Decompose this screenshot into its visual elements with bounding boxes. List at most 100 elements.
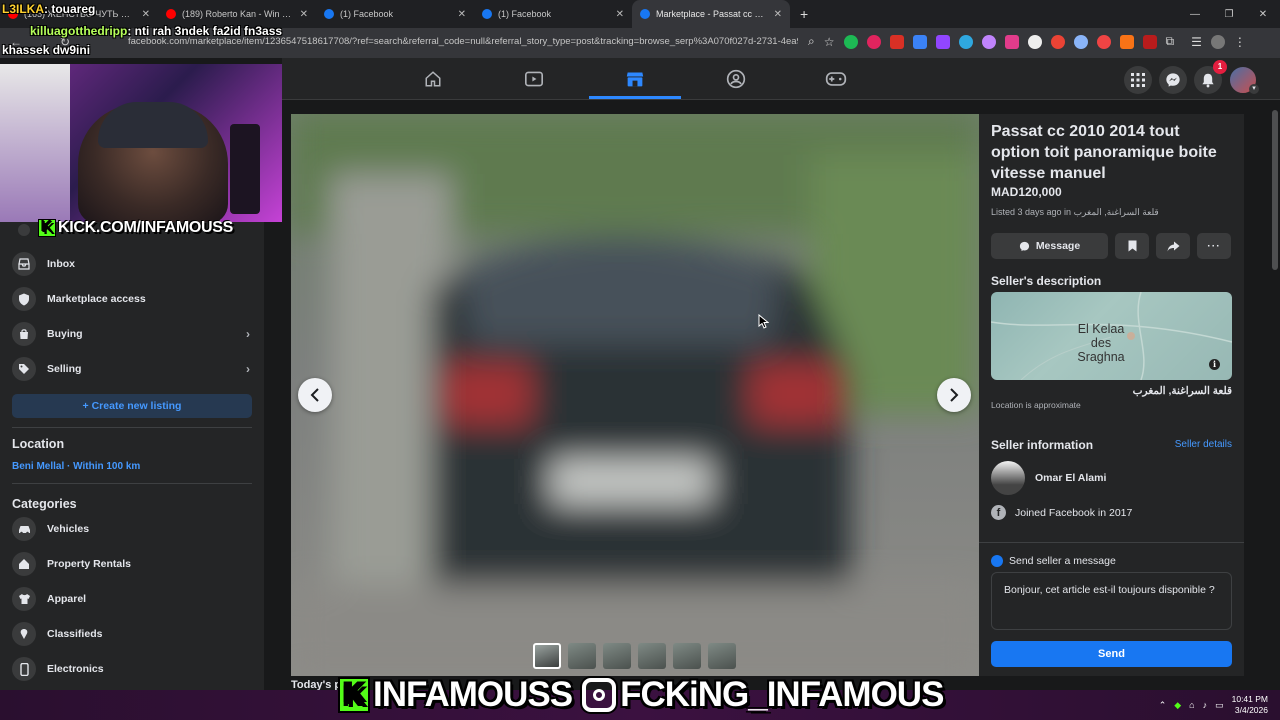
extension-icon[interactable]	[843, 34, 858, 49]
sidebar-item-marketplace-access[interactable]: Marketplace access	[12, 283, 252, 315]
share-listing-button[interactable]	[1156, 233, 1190, 259]
photo-thumbnail[interactable]	[603, 643, 631, 669]
browser-tab[interactable]: (1) Facebook ✕	[316, 0, 474, 28]
photo-thumbnail[interactable]	[568, 643, 596, 669]
kick-logo-icon: K	[338, 677, 370, 713]
menu-dots-icon[interactable]: ⋮	[1234, 35, 1246, 49]
seller-details-link[interactable]: Seller details	[1175, 439, 1232, 450]
tab-title: Marketplace - Passat cc 2010 20...	[656, 9, 768, 19]
location-map[interactable]: El Kelaa des Sraghna i	[991, 292, 1232, 380]
extension-icon[interactable]	[981, 34, 996, 49]
profile-icon[interactable]	[1210, 34, 1225, 49]
tray-chevron-icon[interactable]: ⌃	[1159, 700, 1167, 711]
photo-thumbnail[interactable]	[708, 643, 736, 669]
messenger-icon[interactable]	[1159, 66, 1187, 94]
sidebar-item-inbox[interactable]: Inbox	[12, 248, 252, 280]
next-photo-button[interactable]	[937, 378, 971, 412]
extension-icon[interactable]	[1004, 34, 1019, 49]
tag-icon	[12, 357, 36, 381]
battery-icon[interactable]: ▭	[1215, 700, 1224, 711]
system-clock[interactable]: 10:41 PM 3/4/2026	[1232, 694, 1268, 716]
gaming-icon[interactable]	[823, 66, 849, 92]
volume-icon[interactable]: ♪	[1203, 700, 1208, 710]
message-button[interactable]: Message	[991, 233, 1108, 259]
page-scrollbar[interactable]	[1270, 100, 1280, 690]
pc-case	[230, 124, 260, 214]
extension-icon[interactable]	[1096, 34, 1111, 49]
map-info-icon[interactable]: i	[1209, 359, 1220, 370]
tab-title: (1) Facebook	[498, 9, 552, 19]
sidebar-toggle-icon[interactable]: ☰	[1191, 35, 1202, 49]
category-vehicles[interactable]: Vehicles	[12, 513, 252, 545]
network-icon[interactable]: ⌂	[1189, 700, 1194, 710]
message-textarea[interactable]: Bonjour, cet article est-il toujours dis…	[991, 572, 1232, 630]
browser-tab[interactable]: Marketplace - Passat cc 2010 20... ✕	[632, 0, 790, 28]
kick-logo-icon: K	[38, 219, 56, 237]
marketplace-icon[interactable]	[622, 66, 648, 92]
marketplace-sidebar: Inbox Marketplace access Buying › Sellin…	[0, 220, 264, 690]
seller-avatar[interactable]	[991, 461, 1025, 495]
send-button[interactable]: Send	[991, 641, 1232, 667]
close-window-icon[interactable]: ✕	[1246, 9, 1280, 20]
category-classifieds[interactable]: Classifieds	[12, 618, 252, 650]
groups-icon[interactable]	[723, 66, 749, 92]
account-chevron-icon[interactable]: ▾	[1249, 84, 1259, 94]
photo-thumbnail[interactable]	[533, 643, 561, 669]
extension-icon[interactable]	[1142, 34, 1157, 49]
extension-icon[interactable]	[1050, 34, 1065, 49]
tab-favicon-icon	[324, 9, 334, 19]
restore-icon[interactable]: ❐	[1212, 9, 1246, 20]
photo-thumbnail[interactable]	[638, 643, 666, 669]
location-approximate-note: Location is approximate	[991, 400, 1081, 410]
tab-title: (1) Facebook	[340, 9, 394, 19]
extension-icon[interactable]	[1027, 34, 1042, 49]
minimize-icon[interactable]: —	[1178, 9, 1212, 20]
more-dots-icon: ···	[1207, 240, 1221, 252]
previous-photo-button[interactable]	[298, 378, 332, 412]
extension-icon[interactable]	[958, 34, 973, 49]
tab-favicon-icon	[640, 9, 650, 19]
sidebar-item-selling[interactable]: Selling ›	[12, 353, 252, 385]
home-icon[interactable]	[420, 66, 446, 92]
close-tab-icon[interactable]: ✕	[458, 9, 466, 20]
close-tab-icon[interactable]: ✕	[300, 9, 308, 20]
chat-message: khassek dw9ini	[2, 43, 91, 57]
phone-icon	[12, 657, 36, 681]
create-new-listing-button[interactable]: + Create new listing	[12, 394, 252, 418]
zoom-icon[interactable]: ⌕	[808, 34, 815, 49]
sidebar-item-buying[interactable]: Buying ›	[12, 318, 252, 350]
classifieds-icon	[12, 622, 36, 646]
category-apparel[interactable]: Apparel	[12, 583, 252, 615]
close-tab-icon[interactable]: ✕	[142, 9, 150, 20]
more-options-button[interactable]: ···	[1197, 233, 1231, 259]
categories-heading: Categories	[12, 497, 77, 511]
video-icon[interactable]	[521, 66, 547, 92]
save-listing-button[interactable]	[1115, 233, 1149, 259]
scrollbar-thumb[interactable]	[1272, 110, 1278, 270]
photo-thumbnail[interactable]	[673, 643, 701, 669]
streamer-webcam	[0, 64, 282, 222]
extension-icon[interactable]	[935, 34, 950, 49]
close-tab-icon[interactable]: ✕	[774, 9, 782, 20]
category-electronics[interactable]: Electronics	[12, 653, 252, 685]
location-filter-link[interactable]: Beni Mellal · Within 100 km	[12, 461, 140, 472]
chevron-left-icon	[310, 388, 319, 402]
seller-name[interactable]: Omar El Alami	[1035, 472, 1106, 484]
extension-icon[interactable]	[866, 34, 881, 49]
browser-tab[interactable]: (1) Facebook ✕	[474, 0, 632, 28]
send-message-section: Send seller a message Bonjour, cet artic…	[979, 542, 1244, 676]
tray-app-icon[interactable]: ◆	[1174, 700, 1181, 711]
close-tab-icon[interactable]: ✕	[616, 9, 624, 20]
joined-facebook-text: Joined Facebook in 2017	[1015, 507, 1133, 519]
location-city: قلعة السراغنة, المغرب	[1132, 385, 1232, 397]
category-property-rentals[interactable]: Property Rentals	[12, 548, 252, 580]
tab-favicon-icon	[482, 9, 492, 19]
bookmark-star-icon[interactable]: ☆	[824, 35, 835, 49]
puzzle-icon[interactable]: ⧉	[1166, 34, 1175, 49]
extension-icon[interactable]	[1073, 34, 1088, 49]
extension-icon[interactable]	[912, 34, 927, 49]
menu-grid-icon[interactable]	[1124, 66, 1152, 94]
new-tab-button[interactable]: +	[790, 6, 818, 22]
extension-icon[interactable]	[1119, 34, 1134, 49]
extension-icon[interactable]	[889, 34, 904, 49]
